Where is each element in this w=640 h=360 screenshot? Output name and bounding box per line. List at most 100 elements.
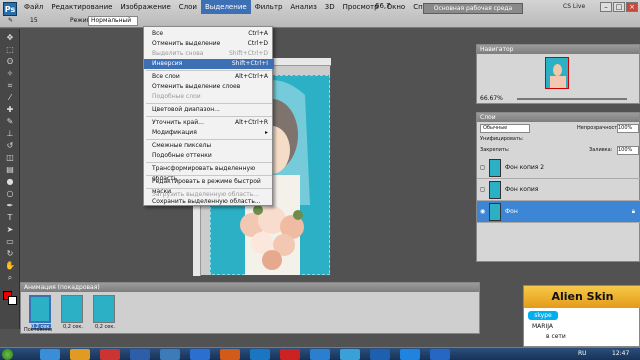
menu-item-reselect: Выделить снова Shift+Ctrl+D xyxy=(152,50,268,57)
layers-title: Слои xyxy=(477,113,639,122)
taskbar-app-icon[interactable] xyxy=(430,349,450,360)
menu-item-deselect-layers[interactable]: Отменить выделение слоев xyxy=(144,82,274,92)
menu-item-all[interactable]: Все Ctrl+A xyxy=(144,29,274,39)
3d-rotate-tool-icon[interactable]: ↻ xyxy=(4,249,16,259)
eraser-tool-icon[interactable]: ◫ xyxy=(4,153,16,163)
mode-select[interactable]: Нормальный xyxy=(88,16,138,26)
type-tool-icon[interactable]: T xyxy=(4,213,16,223)
fill-input[interactable]: 100% xyxy=(617,146,639,155)
menu-item-transform-selection[interactable]: Трансформировать выделенную область xyxy=(144,164,274,182)
taskbar-app-icon[interactable] xyxy=(280,349,300,360)
menu-file[interactable]: Файл xyxy=(20,0,47,14)
animation-panel: Анимация (покадровая) 0,2 сек. 0,2 сек. … xyxy=(20,282,480,334)
lock-icon: 🔒︎ xyxy=(631,208,635,215)
lasso-tool-icon[interactable]: ʘ xyxy=(4,57,16,67)
menu-item-color-range[interactable]: Цветовой диапазон... xyxy=(144,105,274,115)
loop-select[interactable]: Постоянно xyxy=(24,327,52,333)
taskbar-app-icon[interactable] xyxy=(70,349,90,360)
layer-thumbnail xyxy=(489,159,501,177)
taskbar-app-icon[interactable] xyxy=(400,349,420,360)
dodge-tool-icon[interactable]: ○ xyxy=(4,189,16,199)
close-icon[interactable]: × xyxy=(626,2,638,12)
brush-tool-icon[interactable]: ✎ xyxy=(4,117,16,127)
pen-tool-icon[interactable]: ✒ xyxy=(4,201,16,211)
maximize-icon[interactable]: □ xyxy=(613,2,625,12)
gradient-tool-icon[interactable]: ▤ xyxy=(4,165,16,175)
menu-item-quick-mask[interactable]: Редактировать в режиме быстрой маски xyxy=(144,177,274,195)
frame-delay[interactable]: 0,2 сек. xyxy=(95,324,115,330)
taskbar-app-icon[interactable] xyxy=(310,349,330,360)
contact-name: MARIJA xyxy=(532,323,553,330)
submenu-arrow-icon: ▸ xyxy=(264,129,268,136)
zoom-readout[interactable]: 66,7 xyxy=(375,2,391,10)
eye-icon[interactable]: ◉ xyxy=(480,208,485,215)
eyedropper-tool-icon[interactable]: ⁄ xyxy=(4,93,16,103)
taskbar-app-icon[interactable] xyxy=(130,349,150,360)
menu-item-deselect[interactable]: Отменить выделение Ctrl+D xyxy=(144,39,274,49)
menu-item-refine-edge[interactable]: Уточнить край... Alt+Ctrl+R xyxy=(144,118,274,128)
crop-tool-icon[interactable]: ⌗ xyxy=(4,81,16,91)
menu-item-inverse[interactable]: Инверсия Shift+Ctrl+I xyxy=(144,59,274,69)
menu-separator xyxy=(146,139,272,140)
clock[interactable]: 12:47 xyxy=(612,350,629,357)
navigator-thumbnail[interactable] xyxy=(545,57,569,89)
shape-tool-icon[interactable]: ▭ xyxy=(4,237,16,247)
move-tool-icon[interactable]: ✥ xyxy=(4,33,16,43)
taskbar-app-icon[interactable] xyxy=(370,349,390,360)
minimize-icon[interactable]: – xyxy=(600,2,612,12)
visibility-icon[interactable]: ◻ xyxy=(480,186,485,193)
menu-separator xyxy=(146,70,272,71)
menu-item-similar-layers: Подобные слои xyxy=(152,93,201,100)
animation-frame[interactable] xyxy=(29,295,51,323)
cs-live-button[interactable]: CS Live xyxy=(563,3,585,10)
zoom-tool-icon[interactable]: ⌕ xyxy=(4,273,16,283)
menu-item-all-layers[interactable]: Все слои Alt+Ctrl+A xyxy=(144,72,274,82)
blur-tool-icon[interactable]: ● xyxy=(4,177,16,187)
opacity-label: Непрозрачность: xyxy=(577,125,622,131)
layer-row[interactable]: ◻ Фон копия 2 xyxy=(477,157,640,179)
menu-analysis[interactable]: Анализ xyxy=(286,0,320,14)
history-brush-tool-icon[interactable]: ↺ xyxy=(4,141,16,151)
menu-item-save-selection[interactable]: Сохранить выделенную область... xyxy=(144,198,274,206)
healing-tool-icon[interactable]: ✚ xyxy=(4,105,16,115)
menu-edit[interactable]: Редактирование xyxy=(47,0,116,14)
taskbar-app-icon[interactable] xyxy=(340,349,360,360)
menu-separator xyxy=(146,116,272,117)
frame-delay[interactable]: 0,2 сек. xyxy=(63,324,83,330)
animation-frame[interactable] xyxy=(93,295,115,323)
menu-select[interactable]: Выделение xyxy=(200,0,251,14)
taskbar-app-icon[interactable] xyxy=(100,349,120,360)
stamp-tool-icon[interactable]: ⊥ xyxy=(4,129,16,139)
layer-row[interactable]: ◻ Фон копия xyxy=(477,179,640,201)
layer-row-selected[interactable]: ◉ Фон 🔒︎ xyxy=(477,201,640,223)
background-color-swatch[interactable] xyxy=(8,296,17,305)
menu-item-modify[interactable]: Модификация ▸ xyxy=(144,128,274,138)
taskbar-app-icon[interactable] xyxy=(250,349,270,360)
brush-icon[interactable]: ✎ xyxy=(8,17,13,24)
taskbar-app-icon[interactable] xyxy=(40,349,60,360)
brush-size[interactable]: 15 xyxy=(30,17,38,24)
menu-image[interactable]: Изображение xyxy=(116,0,174,14)
navigator-zoom[interactable]: 66.67% xyxy=(480,95,503,102)
taskbar-app-icon[interactable] xyxy=(220,349,240,360)
language-indicator[interactable]: RU xyxy=(578,350,587,357)
navigator-zoom-slider[interactable] xyxy=(517,98,627,100)
menu-item-similar[interactable]: Подобные оттенки xyxy=(144,151,274,161)
menu-filter[interactable]: Фильтр xyxy=(251,0,287,14)
taskbar-app-icon[interactable] xyxy=(190,349,210,360)
animation-frame[interactable] xyxy=(61,295,83,323)
marquee-tool-icon[interactable]: ⬚ xyxy=(4,45,16,55)
blend-mode-select[interactable]: Обычные xyxy=(480,124,530,133)
start-button-icon[interactable] xyxy=(2,349,13,360)
menu-item-grow[interactable]: Смежные пикселы xyxy=(144,141,274,151)
workspace-button[interactable]: Основная рабочая среда xyxy=(423,3,523,14)
path-select-tool-icon[interactable]: ➤ xyxy=(4,225,16,235)
alien-skin-ad: Alien Skin skype MARIJA в сети xyxy=(523,285,640,347)
taskbar-app-icon[interactable] xyxy=(160,349,180,360)
visibility-icon[interactable]: ◻ xyxy=(480,164,485,171)
menu-layers[interactable]: Слои xyxy=(175,0,201,14)
menu-3d[interactable]: 3D xyxy=(321,0,339,14)
quick-select-tool-icon[interactable]: ✧ xyxy=(4,69,16,79)
hand-tool-icon[interactable]: ✋ xyxy=(4,261,16,271)
opacity-input[interactable]: 100% xyxy=(617,124,639,133)
